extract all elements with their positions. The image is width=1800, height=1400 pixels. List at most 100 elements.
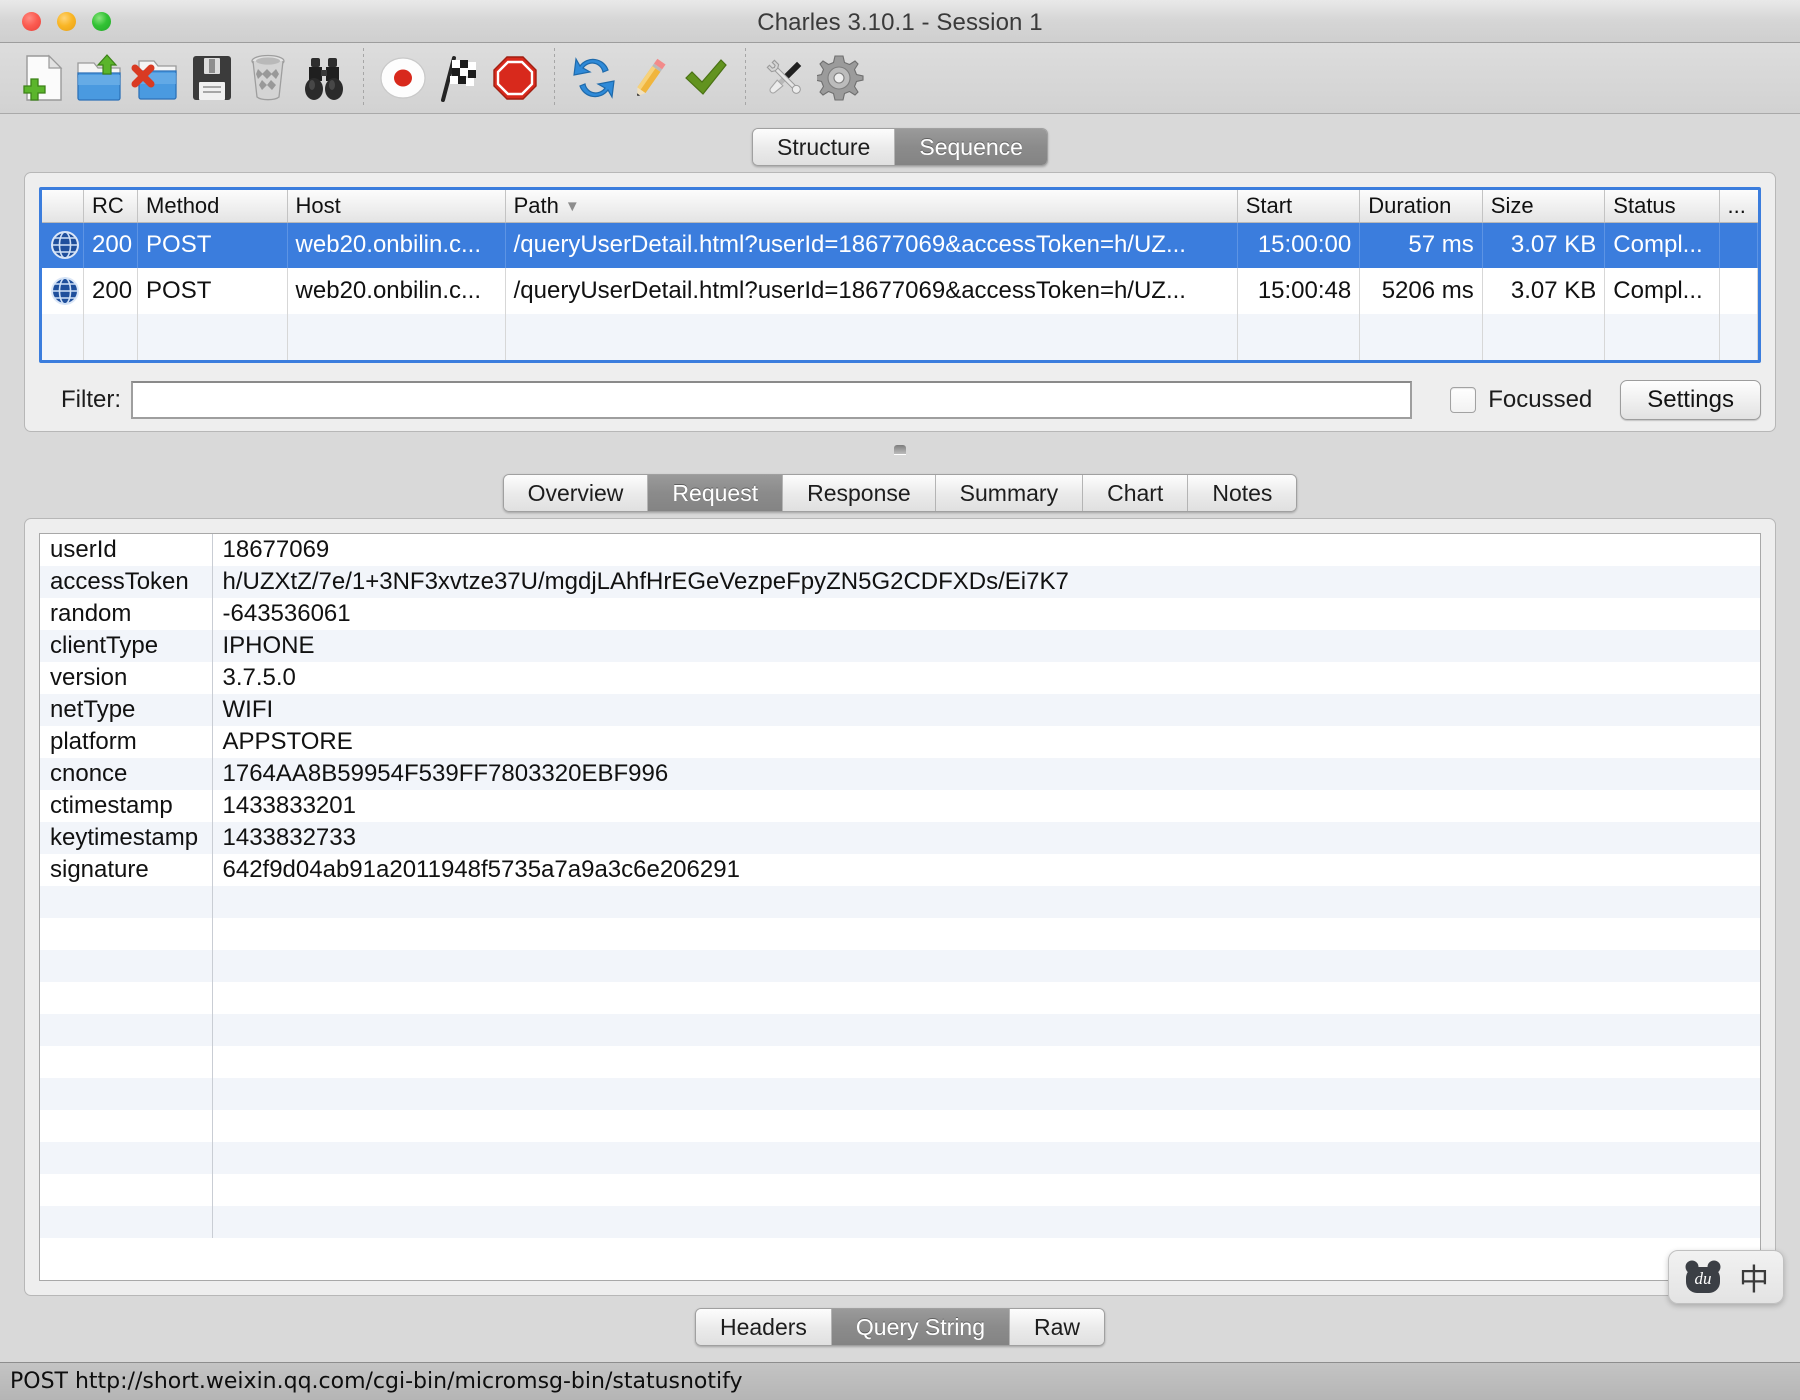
baidu-bear-icon[interactable]: du [1683, 1259, 1723, 1295]
query-string-row-empty [40, 950, 1760, 982]
tab-raw[interactable]: Raw [1009, 1309, 1105, 1345]
repeat-refresh-icon[interactable] [566, 47, 622, 109]
query-string-row-empty [40, 1046, 1760, 1078]
query-string-key: netType [40, 694, 213, 726]
open-session-icon[interactable] [72, 47, 128, 109]
col-icon[interactable] [42, 190, 85, 223]
focussed-checkbox[interactable] [1450, 387, 1477, 413]
detail-tabs: Overview Request Response Summary Chart … [24, 466, 1776, 512]
col-overflow[interactable]: ... [1719, 190, 1758, 223]
query-string-row-empty [40, 982, 1760, 1014]
query-string-row[interactable]: userId 18677069 [40, 534, 1760, 566]
validate-check-icon[interactable] [678, 47, 734, 109]
row-host: web20.onbilin.c... [287, 222, 506, 268]
row-duration: 57 ms [1359, 222, 1483, 268]
tab-summary[interactable]: Summary [934, 475, 1083, 511]
col-method[interactable]: Method [137, 190, 288, 223]
tab-headers[interactable]: Headers [695, 1309, 831, 1345]
query-string-value: 18677069 [222, 536, 330, 563]
row-globe-icon [42, 268, 85, 314]
query-string-box[interactable]: userId 18677069 accessToken h/UZXtZ/7e/1+3N… [39, 533, 1761, 1281]
close-session-icon[interactable] [128, 47, 184, 109]
query-string-value: 1433833201 [222, 792, 356, 819]
save-session-icon[interactable] [184, 47, 240, 109]
body-tabs: Headers Query String Raw [24, 1300, 1776, 1354]
table-row[interactable]: 200 POST web20.onbilin.c... /queryUserDe… [42, 222, 1758, 268]
row-globe-icon [42, 222, 85, 268]
query-string-row[interactable]: keytimestamp 1433832733 [40, 822, 1760, 854]
col-size[interactable]: Size [1482, 190, 1606, 223]
request-table: RC Method Host Path ▼ Start Duration Size… [42, 190, 1758, 360]
toolbar [0, 43, 1800, 114]
col-start[interactable]: Start [1237, 190, 1361, 223]
filter-label: Filter: [61, 386, 121, 413]
row-extra [1719, 222, 1758, 268]
query-string-key: platform [40, 726, 213, 758]
query-string-value: 3.7.5.0 [222, 664, 296, 691]
query-string-row[interactable]: netType WIFI [40, 694, 1760, 726]
binoculars-icon[interactable] [296, 47, 352, 109]
query-string-row-empty [40, 918, 1760, 950]
query-string-row[interactable]: clientType IPHONE [40, 630, 1760, 662]
col-rc[interactable]: RC [83, 190, 139, 223]
query-string-value: APPSTORE [222, 728, 353, 755]
row-extra [1719, 268, 1758, 314]
query-string-row[interactable]: platform APPSTORE [40, 726, 1760, 758]
panel-splitter[interactable] [0, 432, 1800, 466]
query-string-key: userId [40, 534, 213, 566]
tab-structure[interactable]: Structure [753, 129, 895, 165]
request-list-panel: RC Method Host Path ▼ Start Duration Size… [24, 172, 1776, 432]
record-icon[interactable] [375, 47, 431, 109]
row-path: /queryUserDetail.html?userId=18677069&ac… [505, 268, 1238, 314]
new-session-icon[interactable] [16, 47, 72, 109]
query-string-row[interactable]: signature 642f9d04ab91a2011948f5735a7a9a3… [40, 854, 1760, 886]
tab-request[interactable]: Request [647, 475, 783, 511]
charles-window: Charles 3.10.1 - Session 1 Structure Seq… [0, 0, 1800, 1400]
query-string-row-empty [40, 1174, 1760, 1206]
clear-session-icon[interactable] [240, 47, 296, 109]
settings-button[interactable]: Settings [1620, 380, 1761, 420]
col-status[interactable]: Status [1604, 190, 1720, 223]
ime-indicator[interactable]: du 中 [1668, 1250, 1784, 1304]
query-string-key: clientType [40, 630, 213, 662]
tab-overview[interactable]: Overview [503, 475, 648, 511]
request-list-box[interactable]: RC Method Host Path ▼ Start Duration Size… [39, 187, 1761, 363]
breakpoint-stop-icon[interactable] [487, 47, 543, 109]
query-string-key: accessToken [40, 566, 213, 598]
tools-icon[interactable] [757, 47, 813, 109]
table-row-empty [42, 314, 1758, 360]
table-row[interactable]: 200 POST web20.onbilin.c... /queryUserDe… [42, 268, 1758, 314]
toolbar-separator-2 [554, 48, 555, 108]
query-string-key: keytimestamp [40, 822, 213, 854]
query-string-key: cnonce [40, 758, 213, 790]
tab-sequence[interactable]: Sequence [894, 129, 1047, 165]
query-string-value: 1433832733 [212, 822, 1760, 854]
query-string-row-empty [40, 1078, 1760, 1110]
query-string-row-empty [40, 1142, 1760, 1174]
query-string-row[interactable]: cnonce 1764AA8B59954F539FF7803320EBF996 [40, 758, 1760, 790]
row-rc: 200 [83, 222, 139, 268]
query-string-row[interactable]: ctimestamp 1433833201 [40, 790, 1760, 822]
tab-notes[interactable]: Notes [1187, 475, 1297, 511]
compose-pencil-icon[interactable] [622, 47, 678, 109]
splitter-grip-icon[interactable] [894, 444, 906, 454]
row-start: 15:00:00 [1237, 222, 1361, 268]
focussed-control[interactable]: Focussed [1450, 386, 1592, 414]
col-duration[interactable]: Duration [1359, 190, 1483, 223]
throttle-flag-icon[interactable] [431, 47, 487, 109]
query-string-key: ctimestamp [40, 790, 213, 822]
gear-icon[interactable] [813, 47, 869, 109]
tab-response[interactable]: Response [782, 475, 935, 511]
row-status: Compl... [1604, 222, 1720, 268]
query-string-row[interactable]: accessToken h/UZXtZ/7e/1+3NF3xvtze37U/mgd… [40, 566, 1760, 598]
query-string-value: -643536061 [222, 600, 351, 627]
filter-input[interactable] [131, 381, 1413, 419]
col-host[interactable]: Host [287, 190, 506, 223]
row-start: 15:00:48 [1237, 268, 1361, 314]
tab-chart[interactable]: Chart [1082, 475, 1188, 511]
row-status: Compl... [1604, 268, 1720, 314]
query-string-row[interactable]: version 3.7.5.0 [40, 662, 1760, 694]
query-string-row[interactable]: random -643536061 [40, 598, 1760, 630]
tab-query-string[interactable]: Query String [830, 1309, 1010, 1345]
col-path[interactable]: Path ▼ [505, 190, 1238, 223]
